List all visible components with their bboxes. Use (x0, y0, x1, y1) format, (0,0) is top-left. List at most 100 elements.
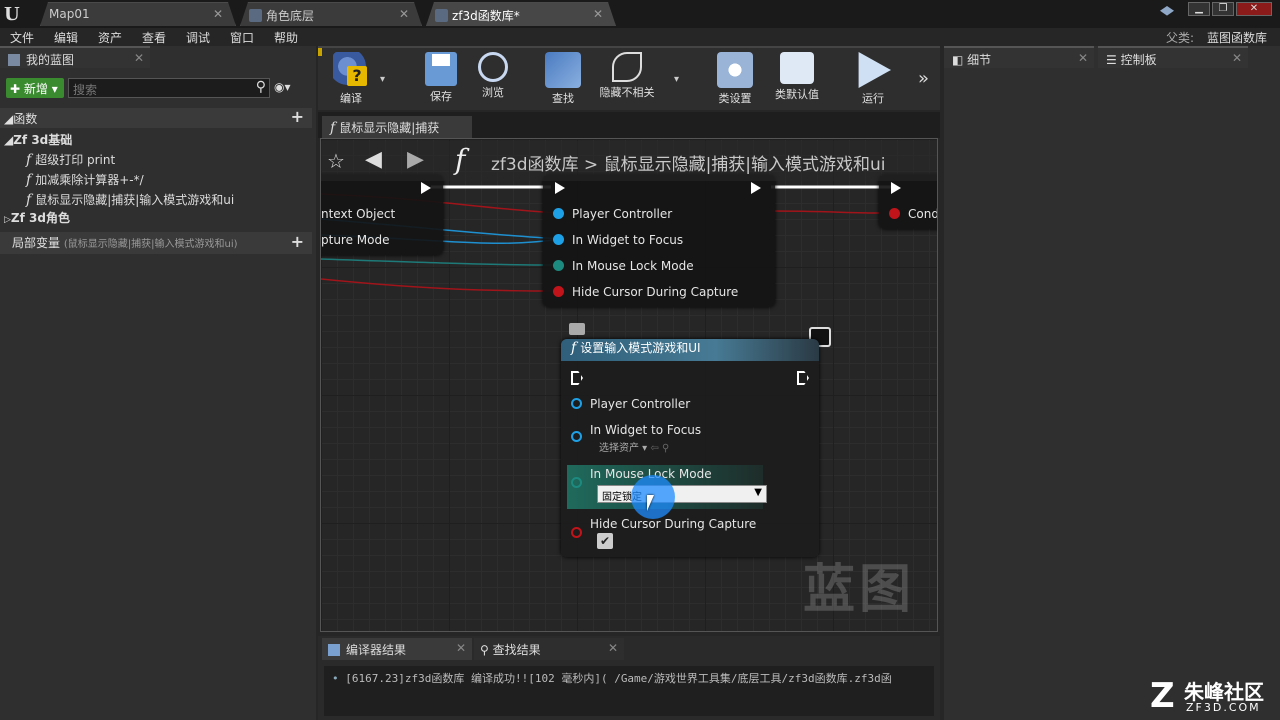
blueprint-graph[interactable]: ntext Object pture Mode Player Controlle… (320, 138, 938, 632)
pin-row[interactable]: Cond (889, 207, 937, 221)
top-set-input-node[interactable]: Player Controller In Widget to Focus In … (543, 175, 775, 307)
forward-arrow-icon[interactable]: ▶ (407, 147, 424, 172)
pin-row[interactable]: In Widget to Focus (553, 233, 683, 247)
graph-tab-function[interactable]: f 鼠标显示隐藏|捕获 (322, 116, 472, 138)
object-pin-icon[interactable] (553, 234, 564, 245)
menu-help[interactable]: 帮助 (274, 29, 298, 46)
right-partial-node[interactable]: Cond (879, 175, 937, 229)
hide-cursor-checkbox[interactable]: ✔ (597, 533, 613, 549)
minimize-button[interactable]: ▁ (1188, 2, 1210, 16)
close-icon[interactable]: ✕ (456, 641, 466, 655)
object-pin-icon[interactable] (571, 398, 582, 409)
exec-in-pin[interactable] (571, 371, 583, 385)
comment-bubble-icon[interactable] (569, 323, 585, 335)
view-options-eye-icon[interactable]: ◉▾ (274, 80, 291, 94)
parent-class-value[interactable]: 蓝图函数库 (1207, 29, 1267, 46)
left-partial-node[interactable]: ntext Object pture Mode (321, 175, 443, 255)
function-item-super-print[interactable]: f 超级打印 print (26, 150, 115, 170)
run-button[interactable]: 运行 (848, 52, 898, 106)
exec-in-pin[interactable] (555, 182, 565, 194)
find-results-tab[interactable]: ⚲ 查找结果 ✕ (474, 638, 624, 660)
browse-asset-icon[interactable]: ⚲ (662, 443, 669, 454)
details-tab[interactable]: ◧ 细节 ✕ (944, 46, 1094, 68)
breadcrumb-path[interactable]: zf3d函数库 > 鼠标显示隐藏|捕获|输入模式游戏和ui (491, 150, 886, 175)
save-button[interactable]: 保存 (418, 52, 464, 104)
chevron-down-icon[interactable]: ▼ (754, 487, 762, 498)
menu-debug[interactable]: 调试 (186, 29, 210, 46)
menu-edit[interactable]: 编辑 (54, 29, 78, 46)
favorite-star-icon[interactable]: ☆ (327, 149, 345, 173)
menu-assets[interactable]: 资产 (98, 29, 122, 46)
function-item-calculator[interactable]: f 加减乘除计算器+-*/ (26, 170, 144, 190)
my-blueprint-tab[interactable]: 我的蓝图 ✕ (0, 46, 150, 68)
category-zf3d-character[interactable]: ▷Zf 3d角色 (4, 208, 70, 228)
widget-asset-picker[interactable]: 选择资产 ▾ ⇦ ⚲ (599, 439, 669, 454)
search-icon[interactable]: ⚲ (256, 79, 266, 95)
exec-out-pin[interactable] (421, 182, 431, 194)
close-icon[interactable]: ✕ (134, 51, 144, 65)
set-input-mode-game-and-ui-node[interactable]: f 设置输入模式游戏和UI Player Controller In Widget… (561, 339, 819, 557)
add-new-button[interactable]: ✚ 新增 ▾ (6, 78, 64, 98)
blueprint-icon (8, 54, 20, 66)
bool-pin-icon[interactable] (553, 286, 564, 297)
bool-pin-icon[interactable] (571, 527, 582, 538)
pin-row[interactable]: Hide Cursor During Capture (553, 285, 738, 299)
bool-pin-icon[interactable] (889, 208, 900, 219)
mouse-lock-mode-dropdown[interactable]: 固定锁定 ▼ (597, 485, 767, 503)
object-pin-icon[interactable] (553, 208, 564, 219)
palette-tab[interactable]: ☰ 控制板 ✕ (1098, 46, 1248, 68)
tab-zf3d-library[interactable]: zf3d函数库* ✕ (426, 2, 616, 26)
breadcrumb-current[interactable]: 鼠标显示隐藏|捕获|输入模式游戏和ui (604, 155, 886, 175)
use-selected-arrow-icon[interactable]: ⇦ (650, 443, 658, 454)
pin-row[interactable]: In Mouse Lock Mode (553, 259, 694, 273)
exec-in-pin[interactable] (891, 182, 901, 194)
node-header[interactable]: f 设置输入模式游戏和UI (561, 339, 819, 361)
enum-pin-icon[interactable] (571, 477, 582, 488)
parent-class-label: 父类: (1166, 31, 1195, 45)
menu-window[interactable]: 窗口 (230, 29, 254, 46)
tab-map01[interactable]: Map01 ✕ (40, 2, 236, 26)
exec-out-pin[interactable] (797, 371, 809, 385)
function-item-mouse-show-hide[interactable]: f 鼠标显示隐藏|捕获|输入模式游戏和ui (26, 190, 234, 210)
function-icon: f (455, 143, 466, 176)
class-settings-button[interactable]: 类设置 (710, 52, 760, 106)
close-icon[interactable]: ✕ (593, 7, 603, 21)
close-window-button[interactable]: ✕ (1236, 2, 1272, 16)
functions-section-header[interactable]: ◢函数 + (0, 107, 312, 128)
pin-player-controller[interactable]: Player Controller (571, 397, 690, 411)
pin-row[interactable]: Player Controller (553, 207, 672, 221)
compiler-results-tab[interactable]: 编译器结果 ✕ (322, 638, 472, 660)
close-icon[interactable]: ✕ (399, 7, 409, 21)
magnifier-icon (478, 52, 508, 82)
menu-view[interactable]: 查看 (142, 29, 166, 46)
search-input[interactable]: 搜索 ⚲ (68, 78, 270, 98)
compile-button[interactable]: ? 编译 (326, 52, 376, 106)
collapse-arrow-icon: ◢ (4, 112, 14, 126)
back-arrow-icon[interactable]: ◀ (365, 147, 382, 172)
category-zf3d-basic[interactable]: ◢Zf 3d基础 (4, 130, 72, 150)
menu-file[interactable]: 文件 (10, 29, 34, 46)
exec-out-pin[interactable] (751, 182, 761, 194)
enum-pin-icon[interactable] (553, 260, 564, 271)
search-placeholder: 搜索 (73, 83, 98, 97)
toolbar-overflow-icon[interactable]: » (918, 68, 929, 89)
close-icon[interactable]: ✕ (213, 7, 223, 21)
tab-character-base[interactable]: 角色底层 ✕ (240, 2, 422, 26)
add-variable-button[interactable]: + (291, 232, 304, 251)
breadcrumb-root[interactable]: zf3d函数库 (491, 155, 579, 175)
add-function-button[interactable]: + (291, 107, 304, 126)
local-variables-section-header[interactable]: 局部变量 (鼠标显示隐藏|捕获|输入模式游戏和ui) + (0, 232, 312, 254)
compile-options-chevron-icon[interactable]: ▾ (380, 74, 385, 85)
close-icon[interactable]: ✕ (608, 641, 618, 655)
browse-button[interactable]: 浏览 (470, 52, 516, 100)
notification-icon[interactable] (1160, 6, 1174, 16)
hide-unrelated-button[interactable]: 隐藏不相关 (592, 52, 662, 100)
find-button[interactable]: 查找 (540, 52, 586, 106)
class-defaults-button[interactable]: 类默认值 (768, 52, 826, 102)
close-icon[interactable]: ✕ (1232, 51, 1242, 65)
maximize-button[interactable]: ❐ (1212, 2, 1234, 16)
my-blueprint-panel: 我的蓝图 ✕ ✚ 新增 ▾ 搜索 ⚲ ◉▾ ◢函数 + ◢Zf 3d基础 f 超级… (0, 46, 316, 720)
hide-unrelated-chevron-icon[interactable]: ▾ (674, 74, 679, 85)
close-icon[interactable]: ✕ (1078, 51, 1088, 65)
object-pin-icon[interactable] (571, 431, 582, 442)
